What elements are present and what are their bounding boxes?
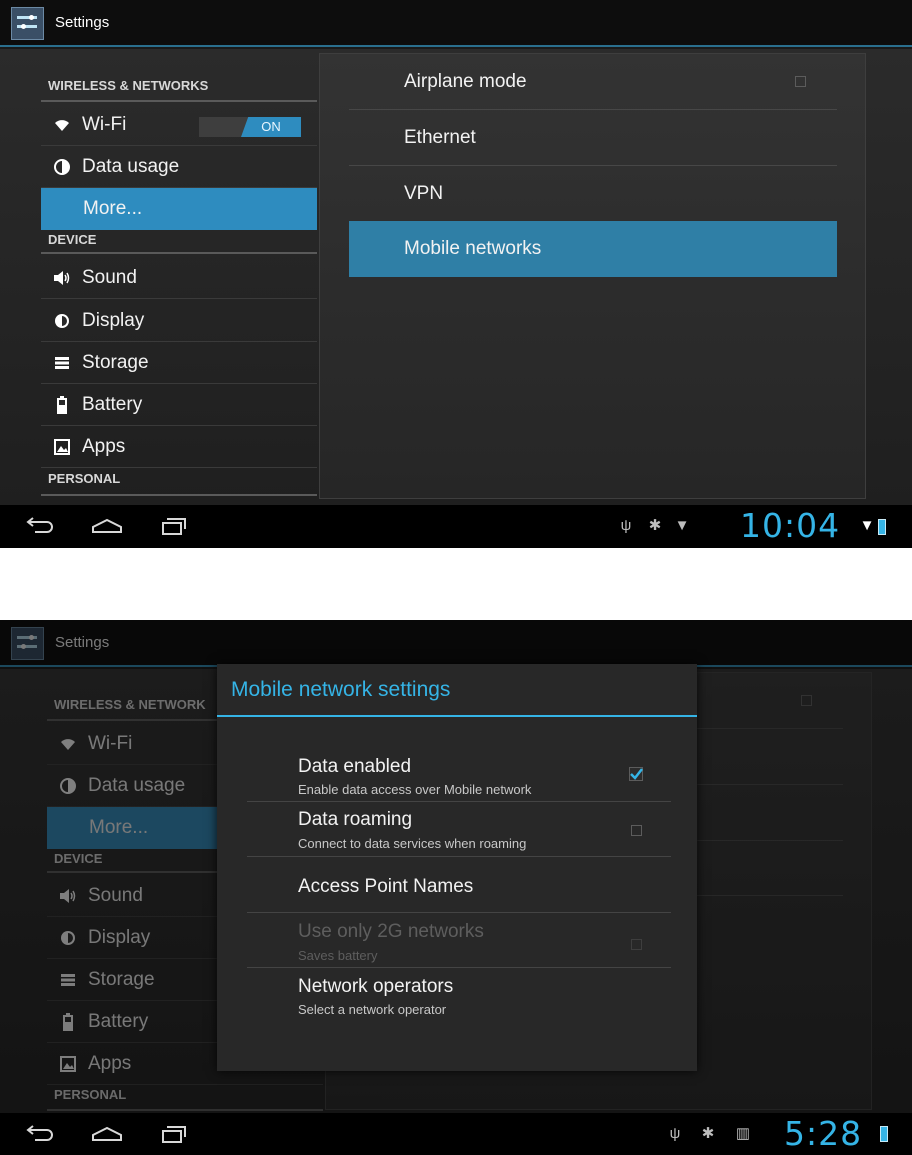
home-icon (92, 518, 122, 533)
airplane-mode-label: Airplane mode (404, 71, 527, 92)
recent-apps-icon (162, 518, 186, 535)
network-operators-summary: Select a network operator (298, 1002, 447, 1017)
ethernet-item[interactable]: Ethernet (349, 110, 837, 166)
slider-knob (29, 15, 34, 20)
sidebar-item-label: Display (82, 310, 145, 331)
network-operators-item[interactable]: Network operators Select a network opera… (247, 969, 671, 1025)
brightness-icon (51, 300, 73, 345)
debug-icon: ✱ (701, 1125, 715, 1142)
recent-apps-button[interactable] (153, 505, 193, 547)
recent-apps-button[interactable] (153, 1113, 193, 1155)
sidebar-item-label: Wi-Fi (82, 114, 127, 135)
sidebar-item-label: Data usage (82, 156, 180, 177)
ethernet-label: Ethernet (404, 127, 476, 148)
settings-screen-mobile-dialog: Settings WIRELESS & NETWORK Wi-Fi Data u… (0, 620, 912, 1155)
data-roaming-title: Data roaming (298, 809, 413, 830)
data-roaming-checkbox[interactable] (631, 825, 642, 836)
section-device: DEVICE (41, 232, 317, 254)
sidebar-item-label: Storage (82, 352, 149, 373)
vpn-item[interactable]: VPN (349, 166, 837, 222)
sidebar-item-display[interactable]: Display (41, 300, 317, 342)
usb-icon: ψ (669, 1125, 681, 1142)
wifi-signal-icon: ▼ (859, 517, 875, 534)
data-roaming-item[interactable]: Data roaming Connect to data services wh… (247, 803, 671, 857)
wifi-toggle[interactable]: ON (199, 117, 301, 137)
action-bar: Settings (0, 0, 912, 47)
sidebar-item-storage[interactable]: Storage (41, 342, 317, 384)
data-enabled-summary: Enable data access over Mobile network (298, 782, 532, 797)
battery-status-icon (880, 1126, 888, 1142)
settings-content: WIRELESS & NETWORKS Wi-Fi ON Data usage … (0, 49, 912, 505)
storage-icon (51, 342, 73, 386)
battery-icon (51, 384, 73, 430)
sidebar-item-label: Sound (82, 267, 137, 288)
wifi-icon (51, 104, 73, 148)
home-icon (92, 1126, 122, 1141)
mobile-network-settings-dialog: Mobile network settings Data enabled Ena… (217, 664, 697, 1071)
access-point-names-item[interactable]: Access Point Names (247, 858, 671, 913)
data-enabled-checkbox[interactable] (629, 767, 643, 781)
clock[interactable]: 10:04 (740, 505, 840, 547)
recent-apps-icon (162, 1126, 186, 1143)
section-wireless-networks: WIRELESS & NETWORKS (41, 78, 317, 102)
data-usage-icon (51, 146, 73, 191)
speaker-icon (51, 257, 73, 302)
mobile-networks-item[interactable]: Mobile networks (349, 221, 837, 277)
access-point-names-title: Access Point Names (298, 876, 474, 897)
dialog-title: Mobile network settings (231, 678, 451, 701)
home-button[interactable] (87, 1113, 127, 1155)
sidebar-item-data-usage[interactable]: Data usage (41, 146, 317, 188)
home-button[interactable] (87, 505, 127, 547)
clock[interactable]: 5:28 (784, 1113, 862, 1155)
settings-screen-more: Settings WIRELESS & NETWORKS Wi-Fi ON Da… (0, 0, 912, 548)
data-enabled-item[interactable]: Data enabled Enable data access over Mob… (247, 751, 671, 802)
usb-icon: ψ (620, 517, 632, 534)
apps-icon (51, 426, 73, 471)
dialog-title-divider (217, 715, 697, 717)
more-settings-panel: Airplane mode Ethernet VPN Mobile networ… (319, 53, 866, 499)
back-icon (26, 517, 53, 533)
checkmark-icon (629, 767, 643, 781)
use-only-2g-item: Use only 2G networks Saves battery (247, 914, 671, 968)
system-bar: ψ ✱ ▼ 10:04 ▼ (0, 505, 912, 548)
sidebar-item-wifi[interactable]: Wi-Fi ON (41, 104, 317, 146)
use-only-2g-summary: Saves battery (298, 948, 378, 963)
back-button[interactable] (20, 505, 60, 547)
sidebar-item-battery[interactable]: Battery (41, 384, 317, 426)
app-title: Settings (55, 14, 110, 31)
settings-app-icon[interactable] (11, 7, 44, 40)
slider-line (17, 25, 37, 28)
slider-knob (21, 24, 26, 29)
debug-icon: ✱ (648, 517, 662, 534)
sidebar-item-label: Apps (82, 436, 126, 457)
data-enabled-title: Data enabled (298, 756, 412, 777)
sidebar-item-label: Battery (82, 394, 143, 415)
vpn-label: VPN (404, 183, 444, 204)
sidebar-item-apps[interactable]: Apps (41, 426, 317, 468)
back-icon (26, 1125, 53, 1141)
airplane-mode-checkbox[interactable] (795, 76, 806, 87)
wifi-notification-icon: ▼ (674, 517, 690, 534)
use-only-2g-checkbox (631, 939, 642, 950)
section-personal: PERSONAL (41, 471, 317, 496)
network-operators-title: Network operators (298, 976, 454, 997)
sidebar-item-more[interactable]: More... (41, 188, 317, 230)
back-button[interactable] (20, 1113, 60, 1155)
sidebar-item-label: More... (83, 198, 143, 219)
battery-status-icon (878, 519, 886, 535)
use-only-2g-title: Use only 2G networks (298, 921, 484, 942)
wifi-toggle-state: ON (241, 117, 301, 137)
mobile-networks-label: Mobile networks (404, 238, 542, 259)
data-roaming-summary: Connect to data services when roaming (298, 836, 527, 851)
airplane-mode-item[interactable]: Airplane mode (349, 54, 837, 110)
sd-card-icon: ▥ (735, 1125, 751, 1142)
system-bar: ψ ✱ ▥ 5:28 (0, 1113, 912, 1155)
slider-line (17, 16, 37, 19)
sidebar-item-sound[interactable]: Sound (41, 257, 317, 299)
